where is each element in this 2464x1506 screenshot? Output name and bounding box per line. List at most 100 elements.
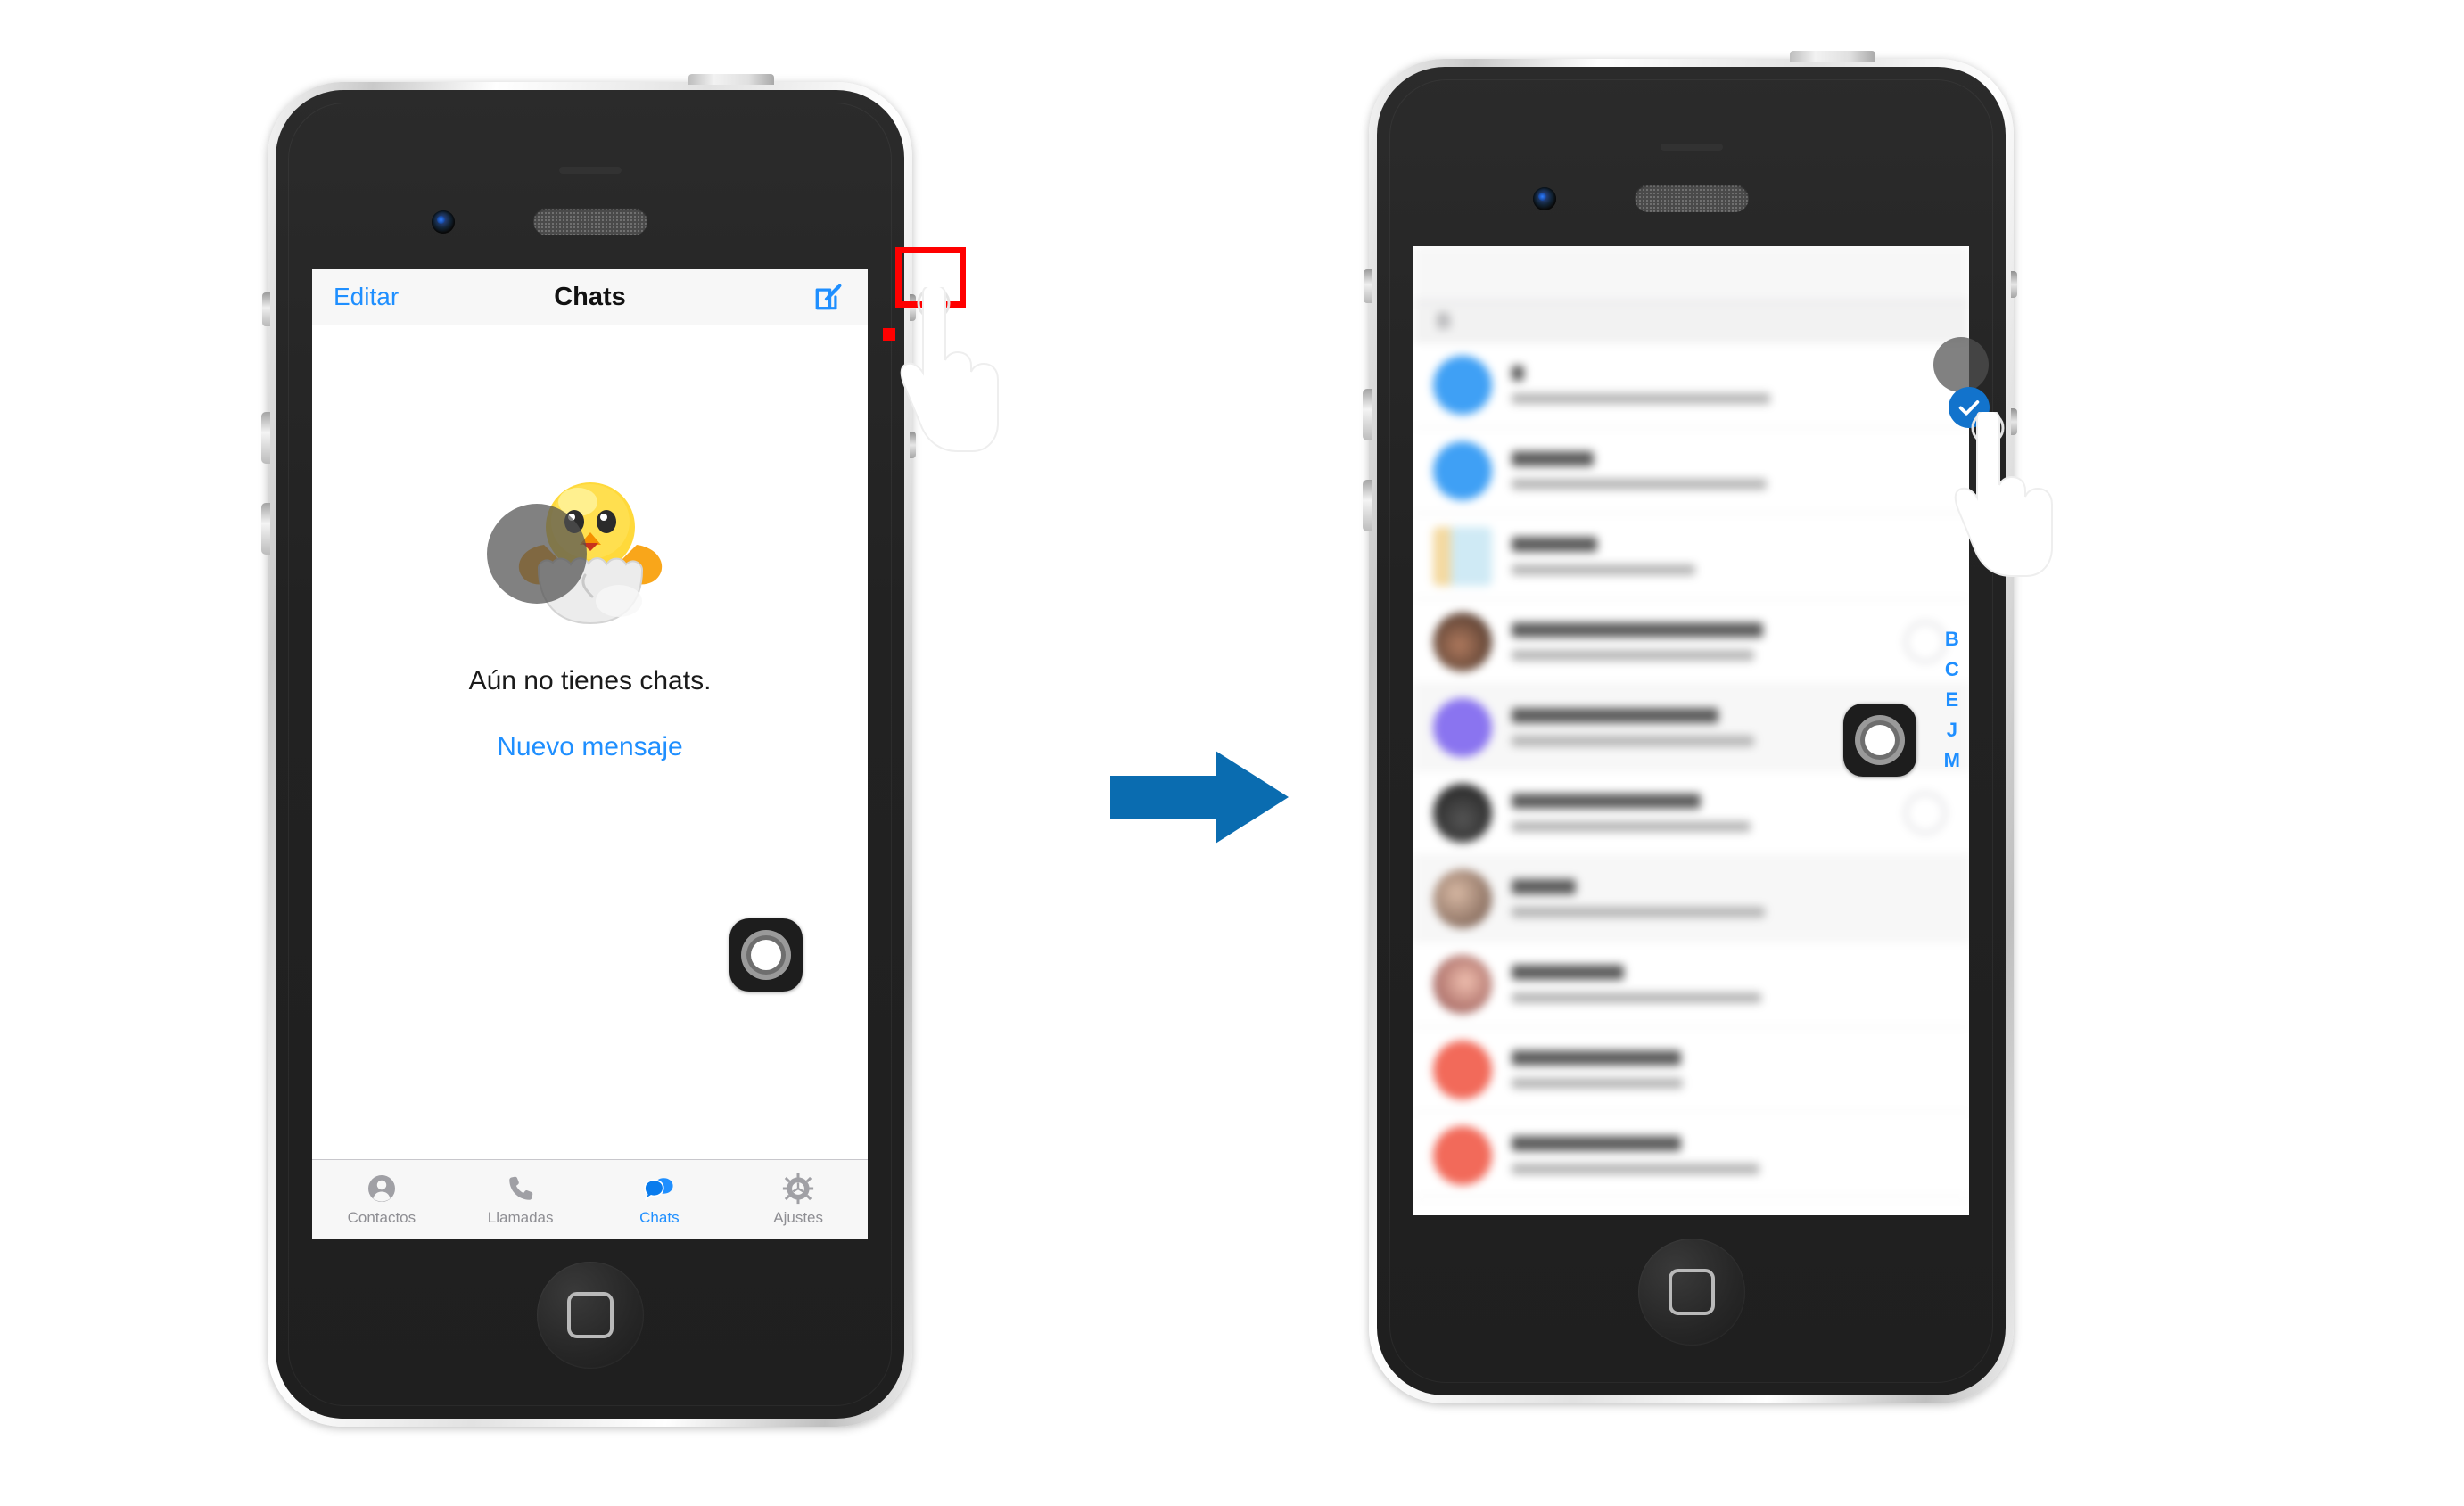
right-phone-device: B B C E J M (1363, 51, 2017, 1403)
sim-tray (2011, 271, 2017, 298)
tab-chats[interactable]: Chats (590, 1160, 729, 1239)
avatar (1433, 697, 1492, 757)
contact-subtitle (1512, 821, 1751, 832)
pointing-hand-cursor (1949, 408, 2056, 586)
index-letter[interactable]: J (1947, 720, 1957, 740)
table-row[interactable] (1413, 342, 1969, 428)
tab-label: Ajustes (773, 1208, 823, 1226)
avatar (1433, 526, 1492, 586)
tab-label: Chats (639, 1208, 680, 1226)
table-row[interactable] (1413, 514, 1969, 599)
silent-switch[interactable] (262, 292, 270, 326)
table-row[interactable] (1413, 599, 1969, 685)
silent-switch[interactable] (1364, 269, 1372, 303)
earpiece-speaker (532, 208, 647, 235)
home-button[interactable] (536, 1262, 644, 1369)
contact-name (1512, 1136, 1681, 1151)
assistive-touch-ring-outer (1855, 715, 1905, 765)
assistive-touch-ring-outer (741, 930, 791, 980)
avatar (1433, 783, 1492, 843)
edit-button[interactable]: Editar (334, 283, 399, 311)
contact-name (1512, 794, 1701, 809)
power-button[interactable] (688, 74, 774, 85)
table-row[interactable] (1413, 942, 1969, 1027)
table-row[interactable] (1413, 770, 1969, 856)
index-letter[interactable]: C (1945, 660, 1959, 679)
tab-label: Contactos (347, 1208, 416, 1226)
contact-text (1512, 451, 1905, 490)
contact-text (1512, 794, 1905, 832)
contact-subtitle (1512, 1164, 1759, 1174)
assistive-touch-core (751, 940, 781, 970)
avatar (1433, 868, 1492, 928)
home-button[interactable] (1637, 1239, 1745, 1346)
camera-lens-glint (1538, 193, 1546, 201)
selection-circle[interactable] (1905, 621, 1946, 662)
contact-text (1512, 366, 1969, 404)
index-letter[interactable]: M (1944, 751, 1960, 770)
tab-bar: Contactos Llamadas Chats Ajustes (312, 1159, 868, 1239)
left-phone-screen: Editar Chats Aún no tienes chats. Nuevo … (312, 269, 868, 1239)
tab-llamadas[interactable]: Llamadas (451, 1160, 590, 1239)
gear-icon (783, 1173, 814, 1204)
tab-ajustes[interactable]: Ajustes (729, 1160, 868, 1239)
assistive-touch-button[interactable] (1843, 704, 1916, 777)
alphabet-index[interactable]: B C E J M (1944, 630, 1960, 770)
volume-down-button[interactable] (261, 503, 270, 555)
assistive-touch-button[interactable] (729, 918, 803, 992)
tab-label: Llamadas (487, 1208, 554, 1226)
compose-button[interactable] (809, 277, 848, 317)
index-letter[interactable]: E (1945, 690, 1958, 710)
contact-subtitle (1512, 907, 1765, 918)
pointing-hand-cursor (895, 284, 1002, 461)
touch-indicator-overlay (486, 504, 587, 604)
chat-bubbles-icon (644, 1177, 673, 1200)
table-row[interactable] (1413, 428, 1969, 514)
avatar (1433, 954, 1492, 1014)
left-phone-device: Editar Chats Aún no tienes chats. Nuevo … (261, 74, 916, 1427)
index-letter[interactable]: B (1945, 630, 1959, 649)
volume-down-button[interactable] (1363, 480, 1372, 531)
avatar (1433, 1125, 1492, 1185)
camera-lens-glint (437, 216, 445, 224)
volume-up-button[interactable] (261, 412, 270, 464)
contact-text (1512, 537, 1969, 575)
contact-text (1512, 965, 1969, 1003)
avatar (1433, 612, 1492, 671)
section-header: B (1413, 302, 1969, 342)
contact-name (1512, 965, 1624, 980)
assistive-touch-core (1865, 725, 1895, 755)
selection-circle[interactable] (1905, 792, 1946, 834)
assistive-touch-ring-inner (1860, 720, 1900, 760)
hatching-chick-illustration (486, 463, 688, 632)
proximity-sensor (1660, 144, 1723, 151)
proximity-sensor (558, 167, 622, 174)
tab-contactos[interactable]: Contactos (312, 1160, 451, 1239)
volume-up-button[interactable] (1363, 389, 1372, 440)
compose-icon (815, 284, 842, 310)
transition-arrow (1110, 747, 1289, 847)
contact-name (1512, 622, 1763, 638)
contact-name (1512, 366, 1524, 381)
contact-subtitle (1512, 479, 1767, 490)
table-row[interactable] (1413, 1027, 1969, 1113)
contact-text (1512, 1050, 1969, 1089)
contact-name (1512, 879, 1576, 894)
person-icon (367, 1174, 395, 1202)
home-button-square-icon (1668, 1269, 1715, 1315)
navigation-bar: Editar Chats (312, 269, 868, 325)
contact-name (1512, 451, 1594, 466)
contact-subtitle (1512, 564, 1695, 575)
contact-text (1512, 622, 1905, 661)
new-message-link[interactable]: Nuevo mensaje (497, 732, 682, 762)
table-row[interactable] (1413, 1113, 1969, 1198)
empty-state-message: Aún no tienes chats. (468, 666, 712, 695)
earpiece-speaker (1634, 185, 1749, 212)
empty-state: Aún no tienes chats. Nuevo mensaje (312, 325, 868, 1161)
table-row[interactable] (1413, 856, 1969, 942)
right-phone-screen: B B C E J M (1413, 246, 1969, 1215)
power-button[interactable] (1790, 51, 1875, 62)
contact-text (1512, 1136, 1969, 1174)
contact-subtitle (1512, 650, 1754, 661)
avatar (1433, 1040, 1492, 1099)
